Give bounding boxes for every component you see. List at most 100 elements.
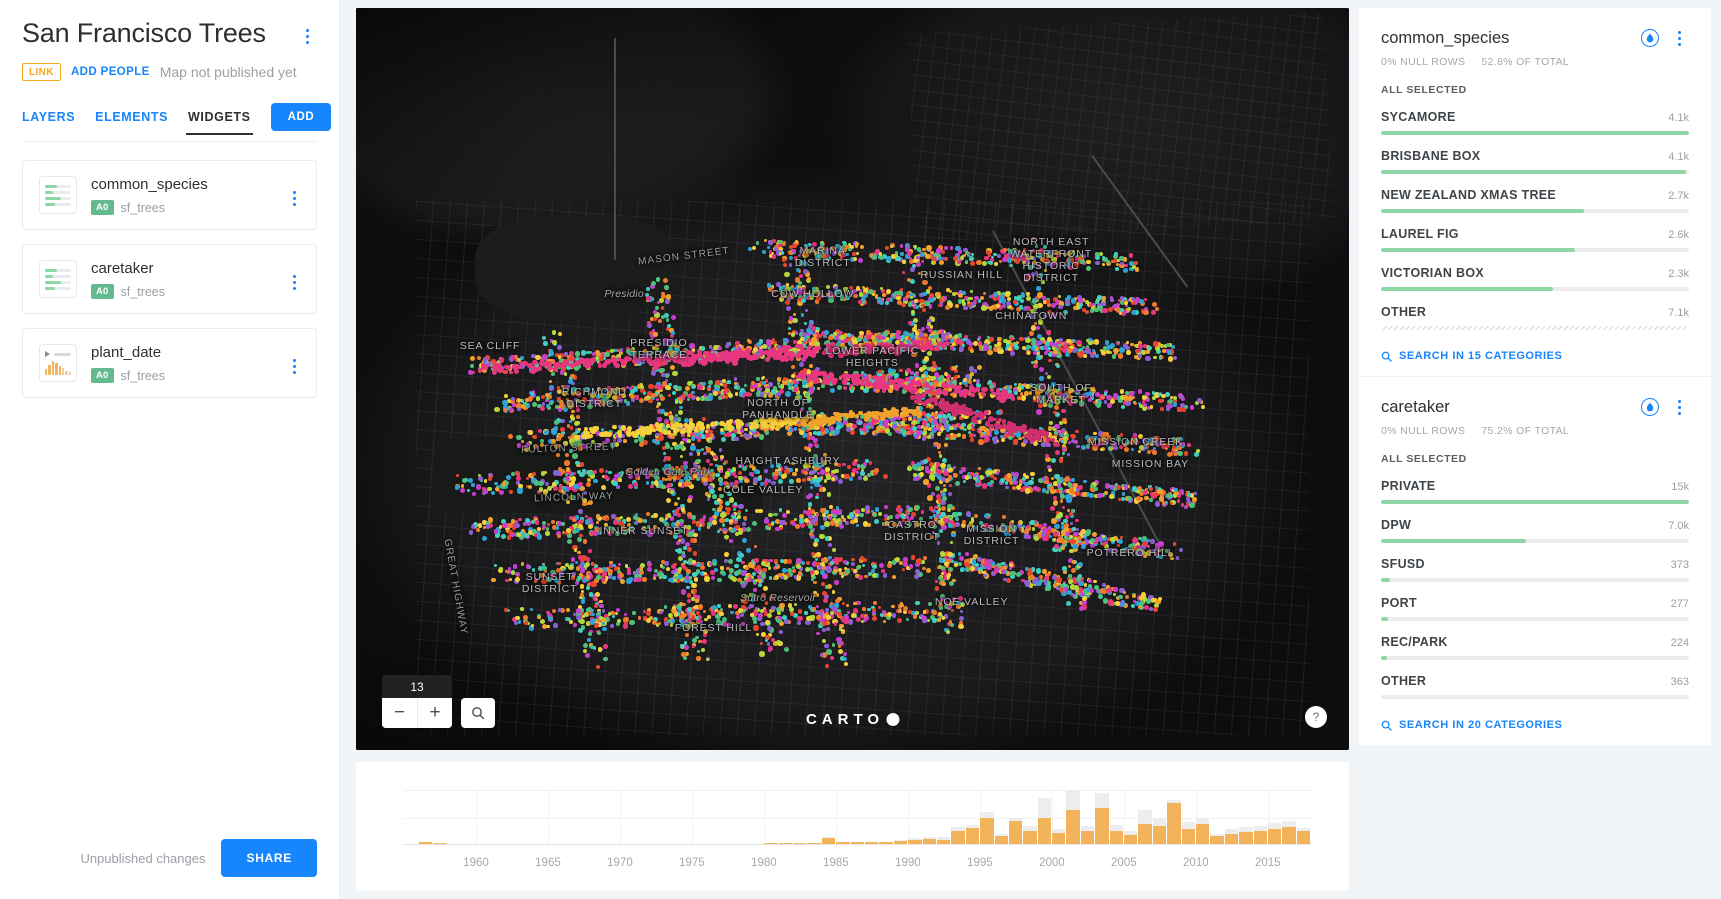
category-row-other[interactable]: OTHER 7.1k	[1381, 305, 1689, 330]
histogram-bar	[1037, 790, 1052, 845]
category-bar	[1381, 539, 1689, 543]
tab-elements[interactable]: ELEMENTS	[95, 110, 168, 135]
sidebar-header: San Francisco Trees LINK ADD PEOPLE Map …	[0, 0, 339, 82]
tab-widgets[interactable]: WIDGETS	[186, 110, 253, 135]
list-item[interactable]: common_species A0 sf_trees	[22, 160, 317, 231]
histogram-x-axis: 1960 1965 1970 1975 1980 1985 1990 1995 2000 2005…	[404, 857, 1311, 873]
widget-title: caretaker	[1381, 397, 1641, 417]
histogram-bar	[821, 790, 836, 845]
hatched-fill	[1381, 326, 1689, 330]
search-link-label: SEARCH IN 15 CATEGORIES	[1399, 350, 1562, 362]
histogram-bar	[1224, 790, 1239, 845]
category-value: 4.1k	[1668, 112, 1689, 124]
category-row[interactable]: DPW 7.0k	[1381, 518, 1689, 543]
list-item[interactable]: caretaker A0 sf_trees	[22, 244, 317, 315]
plant-date-histogram-widget[interactable]: 1960 1965 1970 1975 1980 1985 1990 1995 2000 2005…	[356, 762, 1349, 891]
category-label: SFUSD	[1381, 557, 1425, 571]
widget-actions	[1641, 29, 1689, 47]
of-total-stat: 75.2% OF TOTAL	[1481, 425, 1569, 437]
widget-options-kebab-icon[interactable]	[1669, 398, 1689, 416]
category-row[interactable]: SFUSD 373	[1381, 557, 1689, 582]
histogram-bar	[534, 790, 548, 845]
category-value: 224	[1671, 637, 1689, 649]
category-label: DPW	[1381, 518, 1411, 532]
category-row-other[interactable]: OTHER 363	[1381, 674, 1689, 699]
category-value: 15k	[1671, 481, 1689, 493]
widget-options-kebab-icon[interactable]	[284, 186, 304, 210]
category-row[interactable]: SYCAMORE 4.1k	[1381, 110, 1689, 135]
water-drop-filter-icon[interactable]	[1641, 29, 1659, 47]
histogram-bar	[505, 790, 519, 845]
histogram-bar	[1080, 790, 1095, 845]
widget-options-kebab-icon[interactable]	[284, 270, 304, 294]
widget-options-kebab-icon[interactable]	[284, 354, 304, 378]
histogram-bar	[447, 790, 462, 845]
list-item[interactable]: plant_date A0 sf_trees	[22, 328, 317, 399]
histogram-bar	[1282, 790, 1296, 845]
category-row[interactable]: BRISBANE BOX 4.1k	[1381, 149, 1689, 174]
widget-table: sf_trees	[121, 285, 165, 299]
histogram-bar	[1138, 790, 1152, 845]
add-widget-button[interactable]: ADD	[270, 103, 332, 132]
category-row[interactable]: PRIVATE 15k	[1381, 479, 1689, 504]
histogram-bar	[1124, 790, 1138, 845]
category-row[interactable]: PORT 277	[1381, 596, 1689, 621]
category-row[interactable]: NEW ZEALAND XMAS TREE 2.7k	[1381, 188, 1689, 213]
histogram-bar	[749, 790, 764, 845]
map-options-kebab-icon[interactable]	[297, 24, 317, 48]
share-button[interactable]: SHARE	[221, 839, 317, 877]
histogram-bar	[1210, 790, 1224, 845]
histogram-bar	[1152, 790, 1167, 845]
histogram-bar	[1023, 790, 1037, 845]
carto-attribution-logo[interactable]: CARTO	[806, 711, 900, 728]
category-row[interactable]: REC/PARK 224	[1381, 635, 1689, 660]
widget-subtitle: A0 sf_trees	[91, 284, 284, 300]
water-drop-filter-icon[interactable]	[1641, 398, 1659, 416]
zoom-in-button[interactable]: +	[417, 698, 452, 728]
category-row[interactable]: LAUREL FIG 2.6k	[1381, 227, 1689, 252]
widget-subtitle: A0 sf_trees	[91, 200, 284, 216]
page-title: San Francisco Trees	[22, 18, 266, 49]
x-axis-tick-label: 1965	[535, 857, 561, 869]
zoom-level-display: 13	[382, 675, 452, 698]
widget-options-kebab-icon[interactable]	[1669, 29, 1689, 47]
category-row[interactable]: VICTORIAN BOX 2.3k	[1381, 266, 1689, 291]
histogram-bar	[764, 790, 778, 845]
x-axis-tick-label: 1970	[607, 857, 633, 869]
carto-dot-icon	[886, 713, 900, 726]
zoom-stack: 13 − +	[382, 675, 452, 728]
search-categories-link[interactable]: SEARCH IN 15 CATEGORIES	[1381, 350, 1689, 362]
zoom-out-button[interactable]: −	[382, 698, 417, 728]
histogram-bar	[922, 790, 936, 845]
category-bar	[1381, 170, 1689, 174]
category-label: REC/PARK	[1381, 635, 1448, 649]
tab-layers[interactable]: LAYERS	[22, 110, 75, 135]
map-container[interactable]: MASON STREET MARINA DISTRICT NORTH EAST WA…	[356, 8, 1349, 750]
histogram-bar	[677, 790, 692, 845]
x-axis-tick-label: 2015	[1255, 857, 1281, 869]
publish-status: Map not published yet	[160, 64, 297, 80]
category-bar	[1381, 617, 1689, 621]
add-people-link[interactable]: ADD PEOPLE	[71, 66, 150, 78]
search-categories-link[interactable]: SEARCH IN 20 CATEGORIES	[1381, 719, 1689, 731]
histogram-bar	[721, 790, 735, 845]
category-value: 2.3k	[1668, 268, 1689, 280]
histogram-plot[interactable]	[404, 790, 1311, 845]
histogram-bar	[1181, 790, 1195, 845]
category-bar-fill	[1381, 131, 1689, 135]
widget-table: sf_trees	[121, 369, 165, 383]
map-help-button[interactable]: ?	[1305, 706, 1327, 728]
histogram-baseline	[404, 844, 1311, 845]
map-search-icon[interactable]	[461, 698, 495, 728]
status-badge: A0	[91, 284, 114, 300]
category-bar	[1381, 500, 1689, 504]
zoom-buttons: − +	[382, 698, 452, 728]
histogram-bar	[404, 790, 418, 845]
category-bar-fill	[1381, 578, 1391, 582]
category-value: 277	[1671, 598, 1689, 610]
link-badge[interactable]: LINK	[22, 63, 61, 82]
histogram-bar	[936, 790, 951, 845]
category-bar-fill	[1381, 209, 1585, 213]
map-canvas[interactable]: MASON STREET MARINA DISTRICT NORTH EAST WA…	[356, 8, 1349, 750]
histogram-bar	[778, 790, 793, 845]
